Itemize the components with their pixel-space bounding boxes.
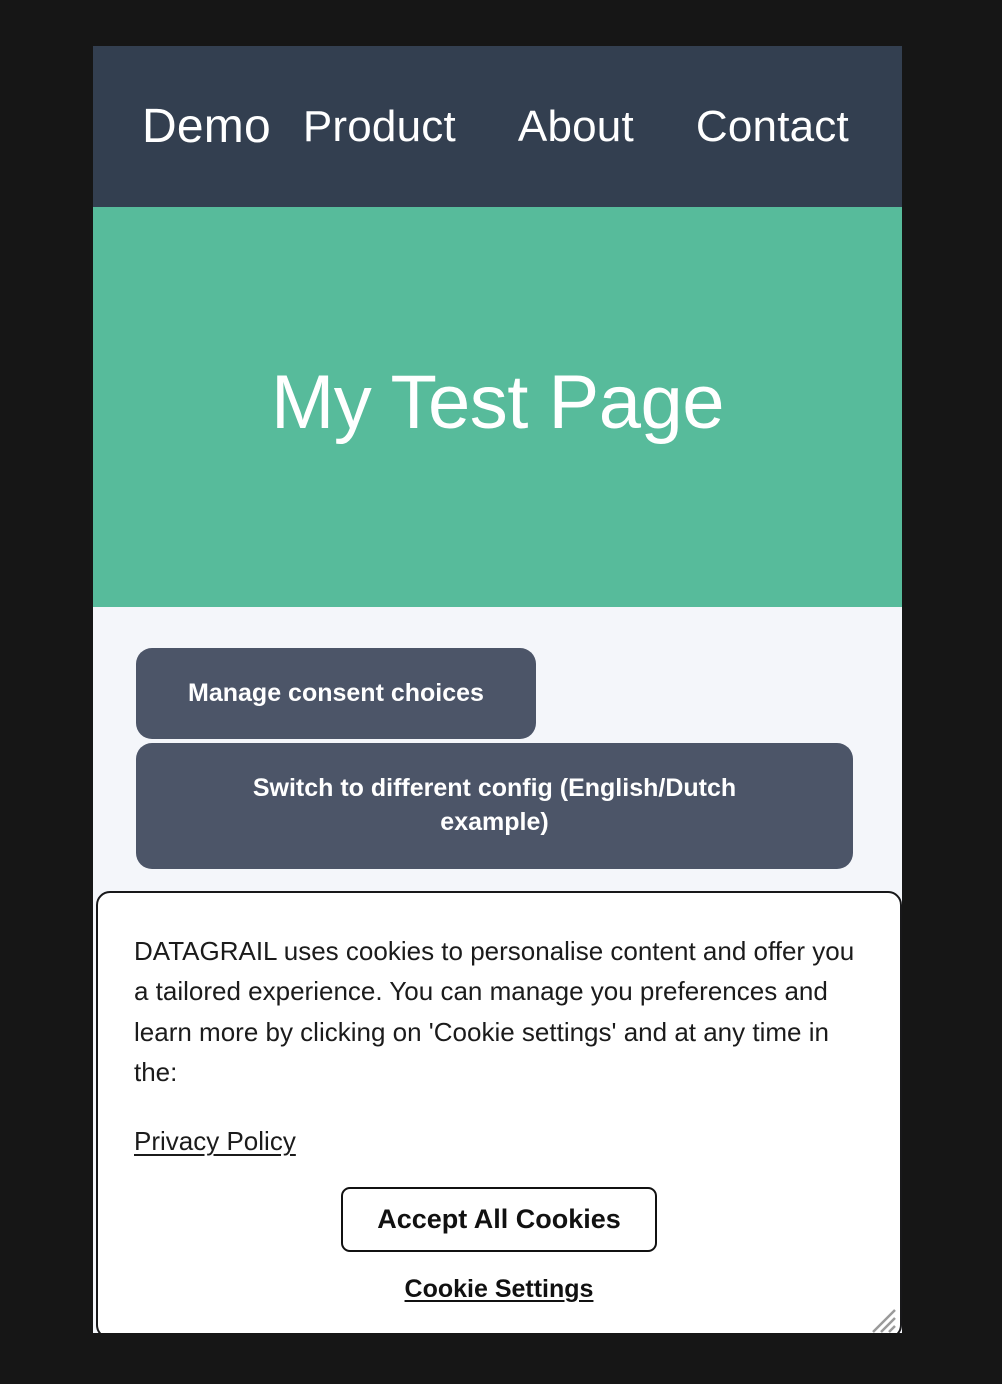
page-title: My Test Page [270,360,725,445]
switch-config-button[interactable]: Switch to different config (English/Dutc… [136,743,853,869]
browser-viewport: Demo Product About Contact My Test Page … [93,46,902,1333]
top-navigation-bar: Demo Product About Contact [93,46,902,207]
resize-grip-icon[interactable] [863,1300,897,1333]
hero-section: My Test Page [93,207,902,607]
cookie-settings-link[interactable]: Cookie Settings [134,1275,864,1304]
accept-all-cookies-button[interactable]: Accept All Cookies [341,1187,657,1253]
nav-brand-demo[interactable]: Demo [142,102,271,151]
nav-item-product[interactable]: Product [303,104,456,149]
nav-item-about[interactable]: About [518,104,634,149]
privacy-policy-link[interactable]: Privacy Policy [134,1126,296,1157]
actions-section: Manage consent choices Switch to differe… [93,607,902,869]
cookie-consent-banner: DATAGRAIL uses cookies to personalise co… [96,891,902,1333]
screen-root: Demo Product About Contact My Test Page … [0,0,1002,1384]
cookie-banner-body-text: DATAGRAIL uses cookies to personalise co… [134,936,855,1087]
cookie-banner-actions: Accept All Cookies Cookie Settings [134,1187,864,1304]
cookie-banner-links: Privacy Policy [134,1126,864,1157]
nav-item-contact[interactable]: Contact [696,104,849,149]
manage-consent-choices-button[interactable]: Manage consent choices [136,648,536,739]
